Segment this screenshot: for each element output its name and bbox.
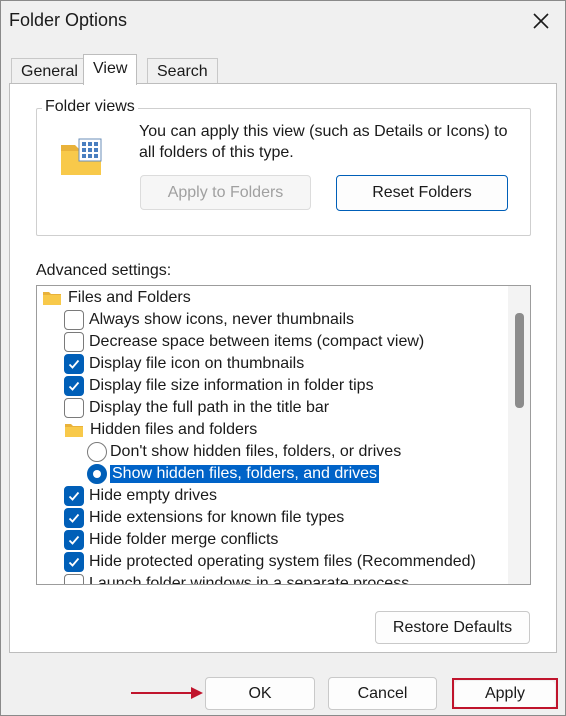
tree-folder-files-and-folders: Files and Folders: [42, 287, 191, 309]
option-launch-separate-process[interactable]: Launch folder windows in a separate proc…: [64, 573, 410, 585]
option-label: Display the full path in the title bar: [89, 399, 330, 416]
scrollbar-thumb[interactable]: [515, 313, 524, 408]
option-label-selected: Show hidden files, folders, and drives: [110, 465, 380, 483]
checkbox-unchecked[interactable]: [64, 310, 84, 330]
folder-icon: [43, 292, 61, 305]
option-hide-protected-files[interactable]: Hide protected operating system files (R…: [64, 551, 476, 573]
checkmark-icon: [68, 491, 80, 501]
checkmark-icon: [68, 513, 80, 523]
reset-folders-button[interactable]: Reset Folders: [336, 175, 508, 211]
tree-folder-label: Files and Folders: [68, 289, 191, 306]
option-label: Launch folder windows in a separate proc…: [89, 575, 410, 585]
apply-highlight-box: [452, 678, 558, 709]
tab-search[interactable]: Search: [147, 58, 218, 84]
option-label: Hide protected operating system files (R…: [89, 553, 476, 570]
checkmark-icon: [68, 381, 80, 391]
option-decrease-space[interactable]: Decrease space between items (compact vi…: [64, 331, 424, 353]
ok-button[interactable]: OK: [205, 677, 315, 710]
radio-unselected[interactable]: [87, 442, 107, 462]
option-label: Hide folder merge conflicts: [89, 531, 279, 548]
checkbox-checked[interactable]: [64, 354, 84, 374]
tree-folder-hidden-files: Hidden files and folders: [64, 419, 257, 441]
radio-selected[interactable]: [87, 464, 107, 484]
option-display-file-size[interactable]: Display file size information in folder …: [64, 375, 374, 397]
option-hide-empty-drives[interactable]: Hide empty drives: [64, 485, 217, 507]
close-icon: [533, 13, 549, 29]
checkbox-unchecked[interactable]: [64, 574, 84, 584]
checkbox-checked[interactable]: [64, 530, 84, 550]
folder-options-dialog: Folder Options General View Search Folde…: [0, 0, 566, 716]
title-bar: Folder Options: [1, 1, 565, 41]
folder-views-group: Folder views You can apply this view (su…: [36, 98, 531, 236]
apply-to-folders-button[interactable]: Apply to Folders: [140, 175, 311, 210]
option-show-hidden[interactable]: Show hidden files, folders, and drives: [87, 463, 380, 485]
advanced-settings-label: Advanced settings:: [36, 262, 172, 279]
option-label: Always show icons, never thumbnails: [89, 311, 355, 328]
tree-scrollbar[interactable]: [508, 286, 530, 584]
restore-defaults-button[interactable]: Restore Defaults: [375, 611, 530, 644]
checkbox-unchecked[interactable]: [64, 398, 84, 418]
close-button[interactable]: [521, 3, 561, 39]
checkbox-unchecked[interactable]: [64, 332, 84, 352]
tab-view[interactable]: View: [83, 54, 138, 85]
folder-views-legend: Folder views: [42, 98, 138, 116]
option-label: Display file size information in folder …: [89, 377, 374, 394]
option-hide-extensions[interactable]: Hide extensions for known file types: [64, 507, 344, 529]
checkmark-icon: [68, 359, 80, 369]
option-display-file-icon[interactable]: Display file icon on thumbnails: [64, 353, 304, 375]
folder-views-icon: [61, 138, 102, 175]
option-label: Display file icon on thumbnails: [89, 355, 305, 372]
tree-folder-label: Hidden files and folders: [90, 421, 258, 438]
option-always-show-icons[interactable]: Always show icons, never thumbnails: [64, 309, 354, 331]
checkbox-checked[interactable]: [64, 376, 84, 396]
option-label: Hide empty drives: [89, 487, 218, 504]
view-tab-panel: Folder views You can apply this view (su…: [9, 83, 557, 653]
option-label: Hide extensions for known file types: [89, 509, 345, 526]
option-label: Decrease space between items (compact vi…: [89, 333, 425, 350]
folder-views-description: You can apply this view (such as Details…: [139, 123, 508, 161]
checkmark-icon: [68, 535, 80, 545]
advanced-settings-tree[interactable]: Files and Folders Always show icons, nev…: [36, 285, 531, 585]
option-hide-merge-conflicts[interactable]: Hide folder merge conflicts: [64, 529, 278, 551]
folder-icon: [65, 424, 83, 437]
checkbox-checked[interactable]: [64, 508, 84, 528]
tab-general[interactable]: General: [11, 58, 88, 84]
annotation-arrow-icon: [131, 687, 203, 699]
option-display-full-path[interactable]: Display the full path in the title bar: [64, 397, 329, 419]
checkbox-checked[interactable]: [64, 486, 84, 506]
option-label: Don't show hidden files, folders, or dri…: [110, 443, 402, 460]
window-title: Folder Options: [9, 10, 128, 30]
checkbox-checked[interactable]: [64, 552, 84, 572]
cancel-button[interactable]: Cancel: [328, 677, 437, 710]
checkmark-icon: [68, 557, 80, 567]
option-dont-show-hidden[interactable]: Don't show hidden files, folders, or dri…: [87, 441, 401, 463]
